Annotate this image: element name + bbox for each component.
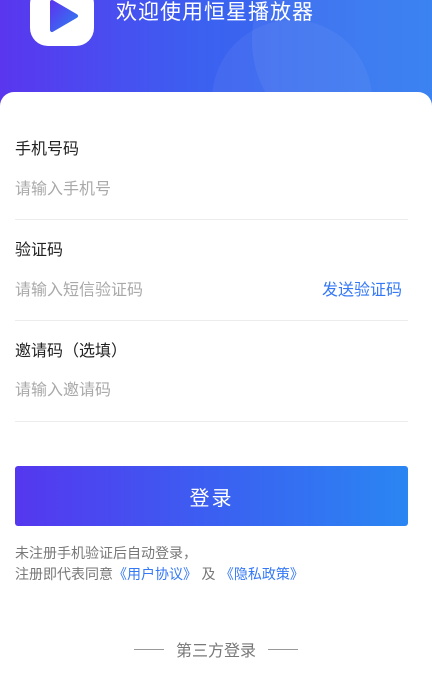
- third-party-label: 第三方登录: [175, 641, 256, 660]
- phone-input[interactable]: [15, 179, 285, 199]
- privacy-policy-link[interactable]: 《隐私政策》: [220, 567, 304, 583]
- code-label: 验证码: [15, 240, 64, 259]
- agreement-prefix: 注册即代表同意: [15, 567, 113, 583]
- divider: [15, 219, 408, 220]
- user-agreement-link[interactable]: 《用户协议》: [113, 567, 197, 583]
- agreement-and: 及: [201, 567, 216, 583]
- play-icon: [50, 0, 78, 32]
- welcome-title: 欢迎使用恒星播放器: [116, 0, 314, 24]
- code-input[interactable]: [15, 280, 285, 300]
- invite-input[interactable]: [15, 380, 285, 400]
- divider: [133, 648, 164, 650]
- app-logo: [30, 0, 94, 46]
- divider: [268, 648, 298, 650]
- agreement-line-2: 注册即代表同意《用户协议》 及 《隐私政策》: [15, 565, 304, 586]
- phone-label: 手机号码: [15, 139, 80, 158]
- invite-label: 邀请码（选填）: [15, 341, 128, 360]
- third-party-login: 第三方登录: [0, 637, 432, 661]
- agreement-text: 未注册手机验证后自动登录， 注册即代表同意《用户协议》 及 《隐私政策》: [15, 544, 304, 586]
- send-code-button[interactable]: 发送验证码: [322, 280, 402, 300]
- divider: [15, 320, 408, 321]
- divider: [15, 421, 408, 422]
- login-button[interactable]: 登录: [15, 466, 408, 526]
- agreement-line-1: 未注册手机验证后自动登录，: [15, 546, 197, 562]
